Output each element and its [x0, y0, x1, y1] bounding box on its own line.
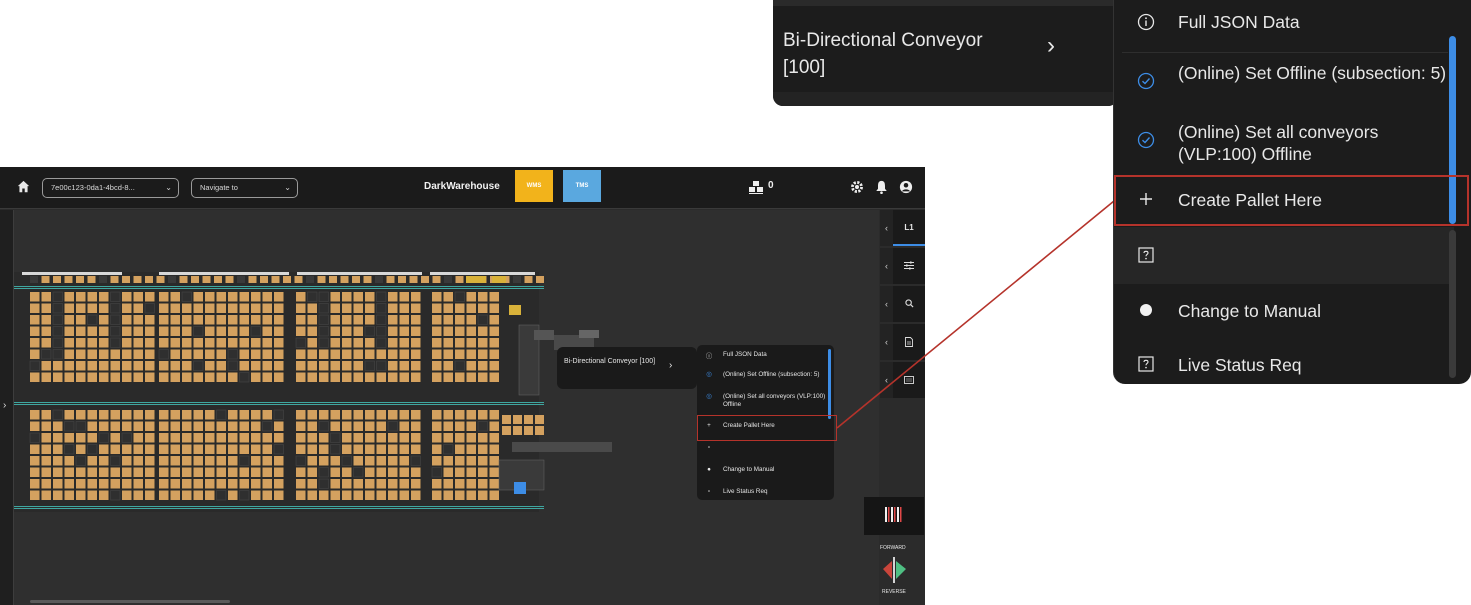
level-button[interactable]: L1 — [893, 210, 925, 246]
submenu-bottom-edge — [773, 92, 1118, 106]
screenshot-stage: 7e00c123-0da1-4bcd-8... ⌄ Navigate to ⌄ … — [0, 0, 1471, 605]
menu-item-label: Live Status Req — [723, 488, 768, 495]
device-submenu-zoomed[interactable]: Bi-Directional Conveyor [100] › — [773, 0, 1118, 106]
menu-row-background — [1114, 227, 1454, 284]
pallet-count: 0 — [768, 180, 774, 191]
menu-scrollbar-track — [1449, 230, 1456, 378]
forward-label: FORWARD — [880, 545, 906, 551]
menu-item-label: Change to Manual — [1178, 301, 1322, 321]
bell-icon[interactable] — [875, 180, 888, 196]
direction-control[interactable]: FORWARD REVERSE — [870, 545, 922, 595]
document-icon[interactable] — [893, 324, 925, 360]
dot-icon — [1134, 300, 1158, 324]
submenu-title: Bi-Directional Conveyor [100] — [783, 30, 983, 78]
menu-scrollbar-small[interactable] — [828, 349, 831, 419]
check-circle-icon — [1134, 72, 1158, 96]
device-submenu-small[interactable]: Bi-Directional Conveyor [100] › — [557, 347, 697, 389]
wms-button[interactable]: WMS — [515, 170, 553, 202]
dot-icon: ● — [707, 466, 711, 473]
chevron-left-icon[interactable]: ‹ — [880, 248, 893, 284]
menu-item-label: Change to Manual — [723, 466, 775, 473]
brand-title: DarkWarehouse — [424, 181, 500, 192]
menu-divider — [1122, 52, 1448, 53]
submenu-edge — [773, 0, 1118, 6]
monitor-icon[interactable] — [893, 362, 925, 398]
screen-row: ‹ — [880, 362, 925, 398]
question-box-icon — [1134, 245, 1158, 269]
horizontal-scrollbar[interactable] — [30, 600, 230, 603]
warehouse-select[interactable]: 7e00c123-0da1-4bcd-8... ⌄ — [42, 178, 179, 198]
menu-item-label: Live Status Req — [1178, 355, 1302, 375]
warehouse-select-value: 7e00c123-0da1-4bcd-8... — [51, 183, 135, 192]
menu-item-label: (Online) Set Offline (subsection: 5) — [723, 371, 820, 378]
menu-item-label: (Online) Set all conveyors (VLP:100) Off… — [723, 393, 826, 408]
gear-icon[interactable] — [850, 180, 864, 196]
question-box-icon: ▫ — [707, 488, 711, 495]
chevron-left-icon[interactable]: ‹ — [880, 286, 893, 322]
barcode-scan-button[interactable] — [864, 497, 924, 535]
app-window: 7e00c123-0da1-4bcd-8... ⌄ Navigate to ⌄ … — [0, 167, 925, 605]
document-row: ‹ — [880, 324, 925, 360]
chevron-right-icon: › — [3, 400, 7, 411]
chevron-right-icon: › — [669, 360, 673, 371]
navigate-select[interactable]: Navigate to ⌄ — [191, 178, 298, 198]
right-tool-panel: ‹ L1 ‹ ‹ ‹ ‹ — [880, 210, 925, 410]
highlight-box-small — [697, 415, 837, 441]
chevron-left-icon[interactable]: ‹ — [880, 210, 893, 246]
chevron-right-icon: › — [1047, 32, 1055, 59]
home-icon[interactable] — [17, 180, 30, 195]
left-rail-toggle[interactable]: › — [0, 210, 14, 605]
chevron-left-icon[interactable]: ‹ — [880, 362, 893, 398]
question-box-icon — [1134, 354, 1158, 378]
chevron-left-icon[interactable]: ‹ — [880, 324, 893, 360]
level-row: ‹ L1 — [880, 210, 925, 246]
check-circle-icon: ◎ — [706, 371, 712, 378]
chevron-down-icon: ⌄ — [284, 183, 291, 192]
search-icon[interactable] — [893, 286, 925, 322]
barcode-icon — [885, 507, 902, 522]
account-icon[interactable] — [899, 180, 913, 196]
question-box-icon: ▫ — [707, 444, 711, 451]
forward-reverse-icon[interactable] — [880, 555, 910, 585]
info-icon: ⓘ — [705, 353, 713, 360]
filter-row: ‹ — [880, 248, 925, 284]
tms-button[interactable]: TMS — [563, 170, 601, 202]
menu-item-label: Full JSON Data — [1178, 12, 1300, 32]
pallet-stack-icon — [749, 181, 763, 196]
highlight-box-zoomed — [1114, 175, 1469, 226]
info-icon — [1134, 11, 1158, 35]
check-circle-icon — [1134, 131, 1158, 155]
navigate-select-placeholder: Navigate to — [200, 183, 238, 192]
menu-item-label: (Online) Set all conveyors (VLP:100) Off… — [1178, 122, 1379, 164]
reverse-label: REVERSE — [882, 589, 906, 595]
menu-item-label: Full JSON Data — [723, 351, 767, 358]
menu-item-label: (Online) Set Offline (subsection: 5) — [1178, 63, 1447, 83]
sliders-icon[interactable] — [893, 248, 925, 284]
check-circle-icon: ◎ — [706, 393, 712, 400]
submenu-title-small: Bi-Directional Conveyor [100] — [564, 358, 656, 365]
search-row: ‹ — [880, 286, 925, 322]
chevron-down-icon: ⌄ — [165, 183, 172, 192]
top-bar: 7e00c123-0da1-4bcd-8... ⌄ Navigate to ⌄ … — [0, 167, 925, 209]
